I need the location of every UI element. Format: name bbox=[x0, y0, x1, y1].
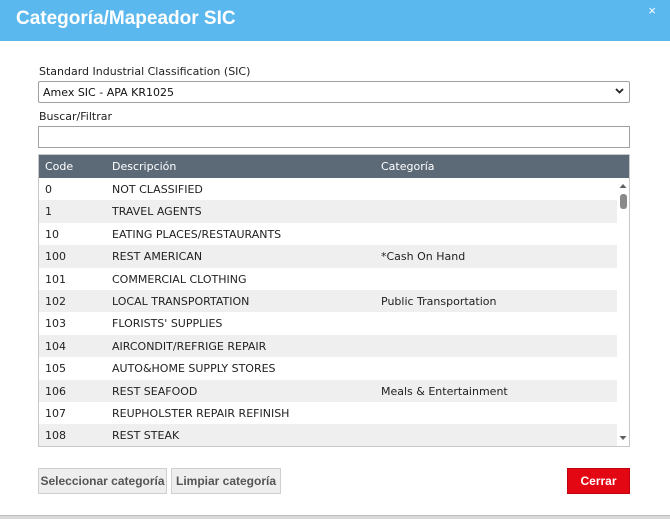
sic-label: Standard Industrial Classification (SIC) bbox=[39, 65, 251, 78]
cell-description: REST STEAK bbox=[112, 429, 180, 443]
table-row[interactable]: 108 REST STEAK bbox=[39, 424, 617, 446]
table-row[interactable]: 104 AIRCONDIT/REFRIGE REPAIR bbox=[39, 334, 617, 358]
table-row[interactable]: 101 COMMERCIAL CLOTHING bbox=[39, 268, 617, 290]
cell-code: 106 bbox=[45, 384, 66, 398]
table-row[interactable]: 0 NOT CLASSIFIED bbox=[39, 178, 617, 200]
scroll-up-arrow-icon[interactable] bbox=[619, 182, 627, 190]
table-row[interactable]: 106 REST SEAFOOD Meals & Entertainment bbox=[39, 379, 617, 402]
table-row[interactable]: 100 REST AMERICAN *Cash On Hand bbox=[39, 245, 617, 268]
cell-code: 10 bbox=[45, 227, 59, 241]
column-header-description[interactable]: Descripción bbox=[112, 160, 176, 173]
table-row[interactable]: 103 FLORISTS' SUPPLIES bbox=[39, 312, 617, 334]
cell-code: 100 bbox=[45, 250, 66, 264]
table-row[interactable]: 102 LOCAL TRANSPORTATION Public Transporta… bbox=[39, 289, 617, 313]
cell-code: 104 bbox=[45, 339, 66, 353]
cell-description: NOT CLASSIFIED bbox=[112, 183, 203, 196]
cell-code: 108 bbox=[45, 429, 66, 443]
sic-table: Code Descripción Categoría 0 NOT CLASSIFI… bbox=[38, 154, 630, 447]
cell-code: 102 bbox=[45, 294, 66, 308]
column-header-code[interactable]: Code bbox=[45, 160, 73, 173]
select-category-button[interactable]: Seleccionar categoría bbox=[38, 468, 167, 494]
cell-description: AIRCONDIT/REFRIGE REPAIR bbox=[112, 339, 267, 353]
table-row[interactable]: 10 EATING PLACES/RESTAURANTS bbox=[39, 223, 617, 245]
clear-category-button[interactable]: Limpiar categoría bbox=[171, 468, 281, 494]
scroll-down-arrow-icon[interactable] bbox=[619, 434, 627, 442]
scrollbar-thumb[interactable] bbox=[620, 194, 627, 209]
cell-description: COMMERCIAL CLOTHING bbox=[112, 272, 247, 286]
cell-description: FLORISTS' SUPPLIES bbox=[112, 317, 223, 331]
scrollbar[interactable] bbox=[617, 178, 629, 446]
sic-select[interactable]: Amex SIC - APA KR1025 bbox=[38, 81, 630, 103]
table-row[interactable]: 107 REUPHOLSTER REPAIR REFINISH bbox=[39, 402, 617, 424]
cell-description: TRAVEL AGENTS bbox=[112, 205, 202, 219]
cell-code: 105 bbox=[45, 362, 66, 376]
cell-category: *Cash On Hand bbox=[381, 250, 466, 264]
table-row[interactable]: 105 AUTO&HOME SUPPLY STORES bbox=[39, 357, 617, 379]
filter-input[interactable] bbox=[38, 126, 630, 148]
column-header-category[interactable]: Categoría bbox=[381, 160, 435, 173]
cell-category: Public Transportation bbox=[381, 294, 497, 308]
cell-category: Meals & Entertainment bbox=[381, 384, 508, 398]
cell-description: REUPHOLSTER REPAIR REFINISH bbox=[112, 406, 290, 420]
table-row[interactable]: 1 TRAVEL AGENTS bbox=[39, 200, 617, 223]
table-body: 0 NOT CLASSIFIED 1 TRAVEL AGENTS 10 EATING PL… bbox=[39, 178, 617, 446]
dialog-title: Categoría/Mapeador SIC bbox=[16, 8, 236, 29]
close-button[interactable]: Cerrar bbox=[567, 468, 630, 494]
filter-label: Buscar/Filtrar bbox=[39, 110, 113, 123]
cell-description: REST SEAFOOD bbox=[112, 384, 198, 398]
sic-selected-value: Amex SIC - APA KR1025 bbox=[43, 86, 175, 99]
cell-description: REST AMERICAN bbox=[112, 250, 203, 264]
cell-description: AUTO&HOME SUPPLY STORES bbox=[112, 362, 276, 376]
sic-mapper-dialog: Categoría/Mapeador SIC × Standard Indust… bbox=[0, 0, 670, 516]
chevron-down-icon bbox=[615, 88, 624, 94]
cell-code: 103 bbox=[45, 317, 66, 331]
dialog-titlebar: Categoría/Mapeador SIC × bbox=[0, 0, 670, 41]
cell-description: EATING PLACES/RESTAURANTS bbox=[112, 227, 282, 241]
cell-code: 101 bbox=[45, 272, 66, 286]
cell-code: 0 bbox=[45, 183, 52, 196]
cell-code: 107 bbox=[45, 406, 66, 420]
cell-description: LOCAL TRANSPORTATION bbox=[112, 294, 250, 308]
cell-code: 1 bbox=[45, 205, 52, 219]
close-icon[interactable]: × bbox=[648, 4, 656, 17]
table-header: Code Descripción Categoría bbox=[39, 155, 629, 178]
